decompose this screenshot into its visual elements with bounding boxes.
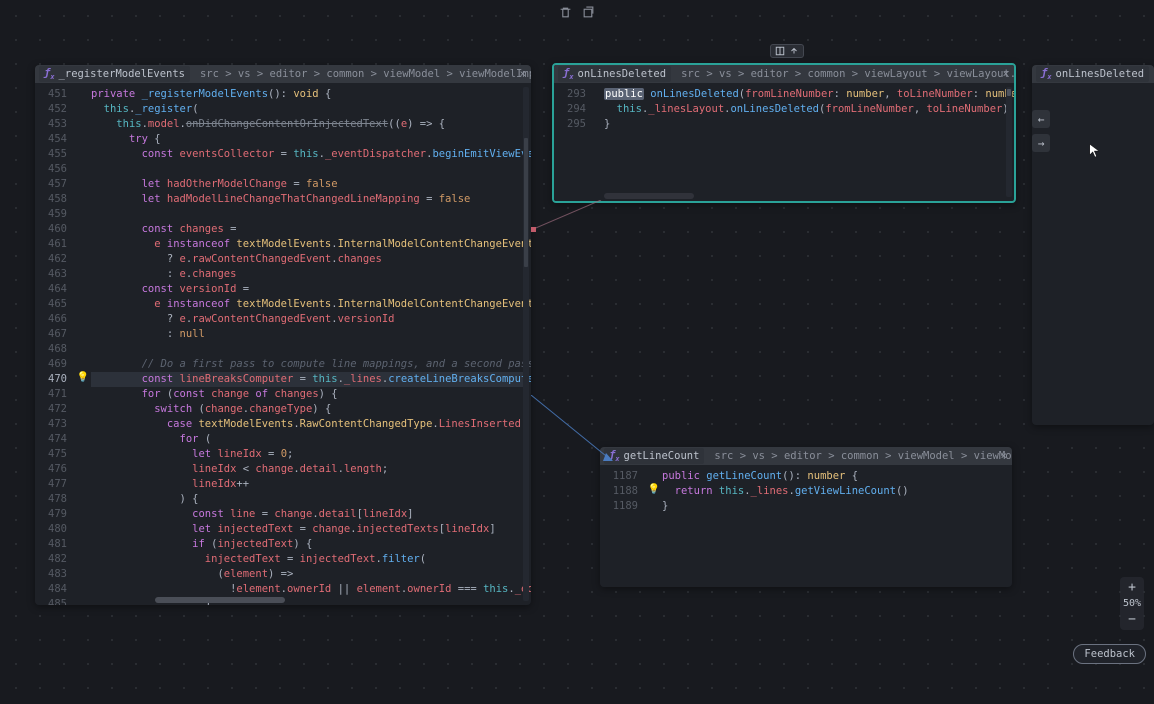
function-name: onLinesDeleted (578, 68, 667, 80)
horizontal-scrollbar[interactable] (155, 597, 285, 603)
new-window-icon[interactable] (582, 6, 595, 22)
pane-titlebar[interactable]: ƒx onLinesDeleted src > (1032, 65, 1154, 83)
function-name: _registerModelEvents (59, 68, 185, 80)
close-icon[interactable]: × (1001, 450, 1007, 462)
code-content[interactable]: private _registerModelEvents(): void { t… (77, 83, 531, 605)
lightbulb-icon[interactable]: 💡 (648, 484, 660, 495)
minimap[interactable] (1006, 87, 1012, 197)
close-icon[interactable]: × (520, 68, 526, 80)
trash-icon[interactable] (559, 6, 572, 22)
horizontal-scrollbar[interactable] (604, 193, 694, 199)
code-pane-count[interactable]: ƒx getLineCount src > vs > editor > comm… (600, 447, 1012, 587)
nav-arrows: ← → (1032, 110, 1050, 152)
function-badge: ƒx onLinesDeleted (558, 66, 671, 82)
line-gutter: 4514524534544554564574584594604614624634… (35, 83, 77, 605)
top-toolbar (559, 6, 595, 22)
zoom-out-button[interactable]: − (1128, 613, 1136, 626)
function-f-icon: ƒx (609, 449, 620, 463)
pane-layout-control[interactable] (770, 44, 804, 58)
breadcrumb-path: src > vs > editor > common > viewModel >… (714, 450, 1012, 462)
minimap[interactable] (523, 87, 529, 601)
code-pane-deleted[interactable]: ƒx onLinesDeleted src > vs > editor > co… (552, 63, 1016, 203)
arrow-up-icon (789, 46, 799, 56)
pane-titlebar[interactable]: ƒx onLinesDeleted src > vs > editor > co… (554, 65, 1014, 83)
function-badge: ƒx _registerModelEvents (39, 66, 190, 82)
code-pane-main[interactable]: ƒx _registerModelEvents src > vs > edito… (35, 65, 531, 605)
line-gutter: 118711881189 (600, 465, 648, 587)
pane-titlebar[interactable]: ƒx _registerModelEvents src > vs > edito… (35, 65, 531, 83)
function-name: getLineCount (624, 450, 700, 462)
split-icon (775, 46, 785, 56)
nav-back-button[interactable]: ← (1032, 110, 1050, 128)
breadcrumb-path: src > vs > editor > common > viewModel >… (200, 68, 531, 80)
mouse-cursor (1089, 143, 1101, 162)
zoom-control: + 50% − (1120, 577, 1144, 630)
feedback-button[interactable]: Feedback (1073, 644, 1146, 664)
pane-titlebar[interactable]: ƒx getLineCount src > vs > editor > comm… (600, 447, 1012, 465)
code-content[interactable]: public getLineCount(): number { return t… (648, 465, 1012, 587)
code-pane-peek[interactable]: ƒx onLinesDeleted src > (1032, 65, 1154, 425)
zoom-level: 50% (1123, 598, 1141, 609)
function-f-icon: ƒx (563, 67, 574, 81)
function-badge: ƒx getLineCount (604, 448, 704, 464)
function-f-icon: ƒx (44, 67, 55, 81)
lightbulb-icon[interactable]: 💡 (77, 372, 89, 383)
breadcrumb-path: src > vs > editor > common > viewLayout … (681, 68, 1014, 80)
code-content[interactable] (1032, 83, 1154, 425)
close-icon[interactable]: × (1003, 68, 1009, 80)
function-name: onLinesDeleted (1056, 68, 1145, 80)
function-f-icon: ƒx (1041, 67, 1052, 81)
nav-forward-button[interactable]: → (1032, 134, 1050, 152)
code-content[interactable]: public onLinesDeleted(fromLineNumber: nu… (596, 83, 1014, 201)
function-badge: ƒx onLinesDeleted (1036, 66, 1149, 82)
line-gutter: 293294295 (554, 83, 596, 201)
zoom-in-button[interactable]: + (1128, 581, 1136, 594)
